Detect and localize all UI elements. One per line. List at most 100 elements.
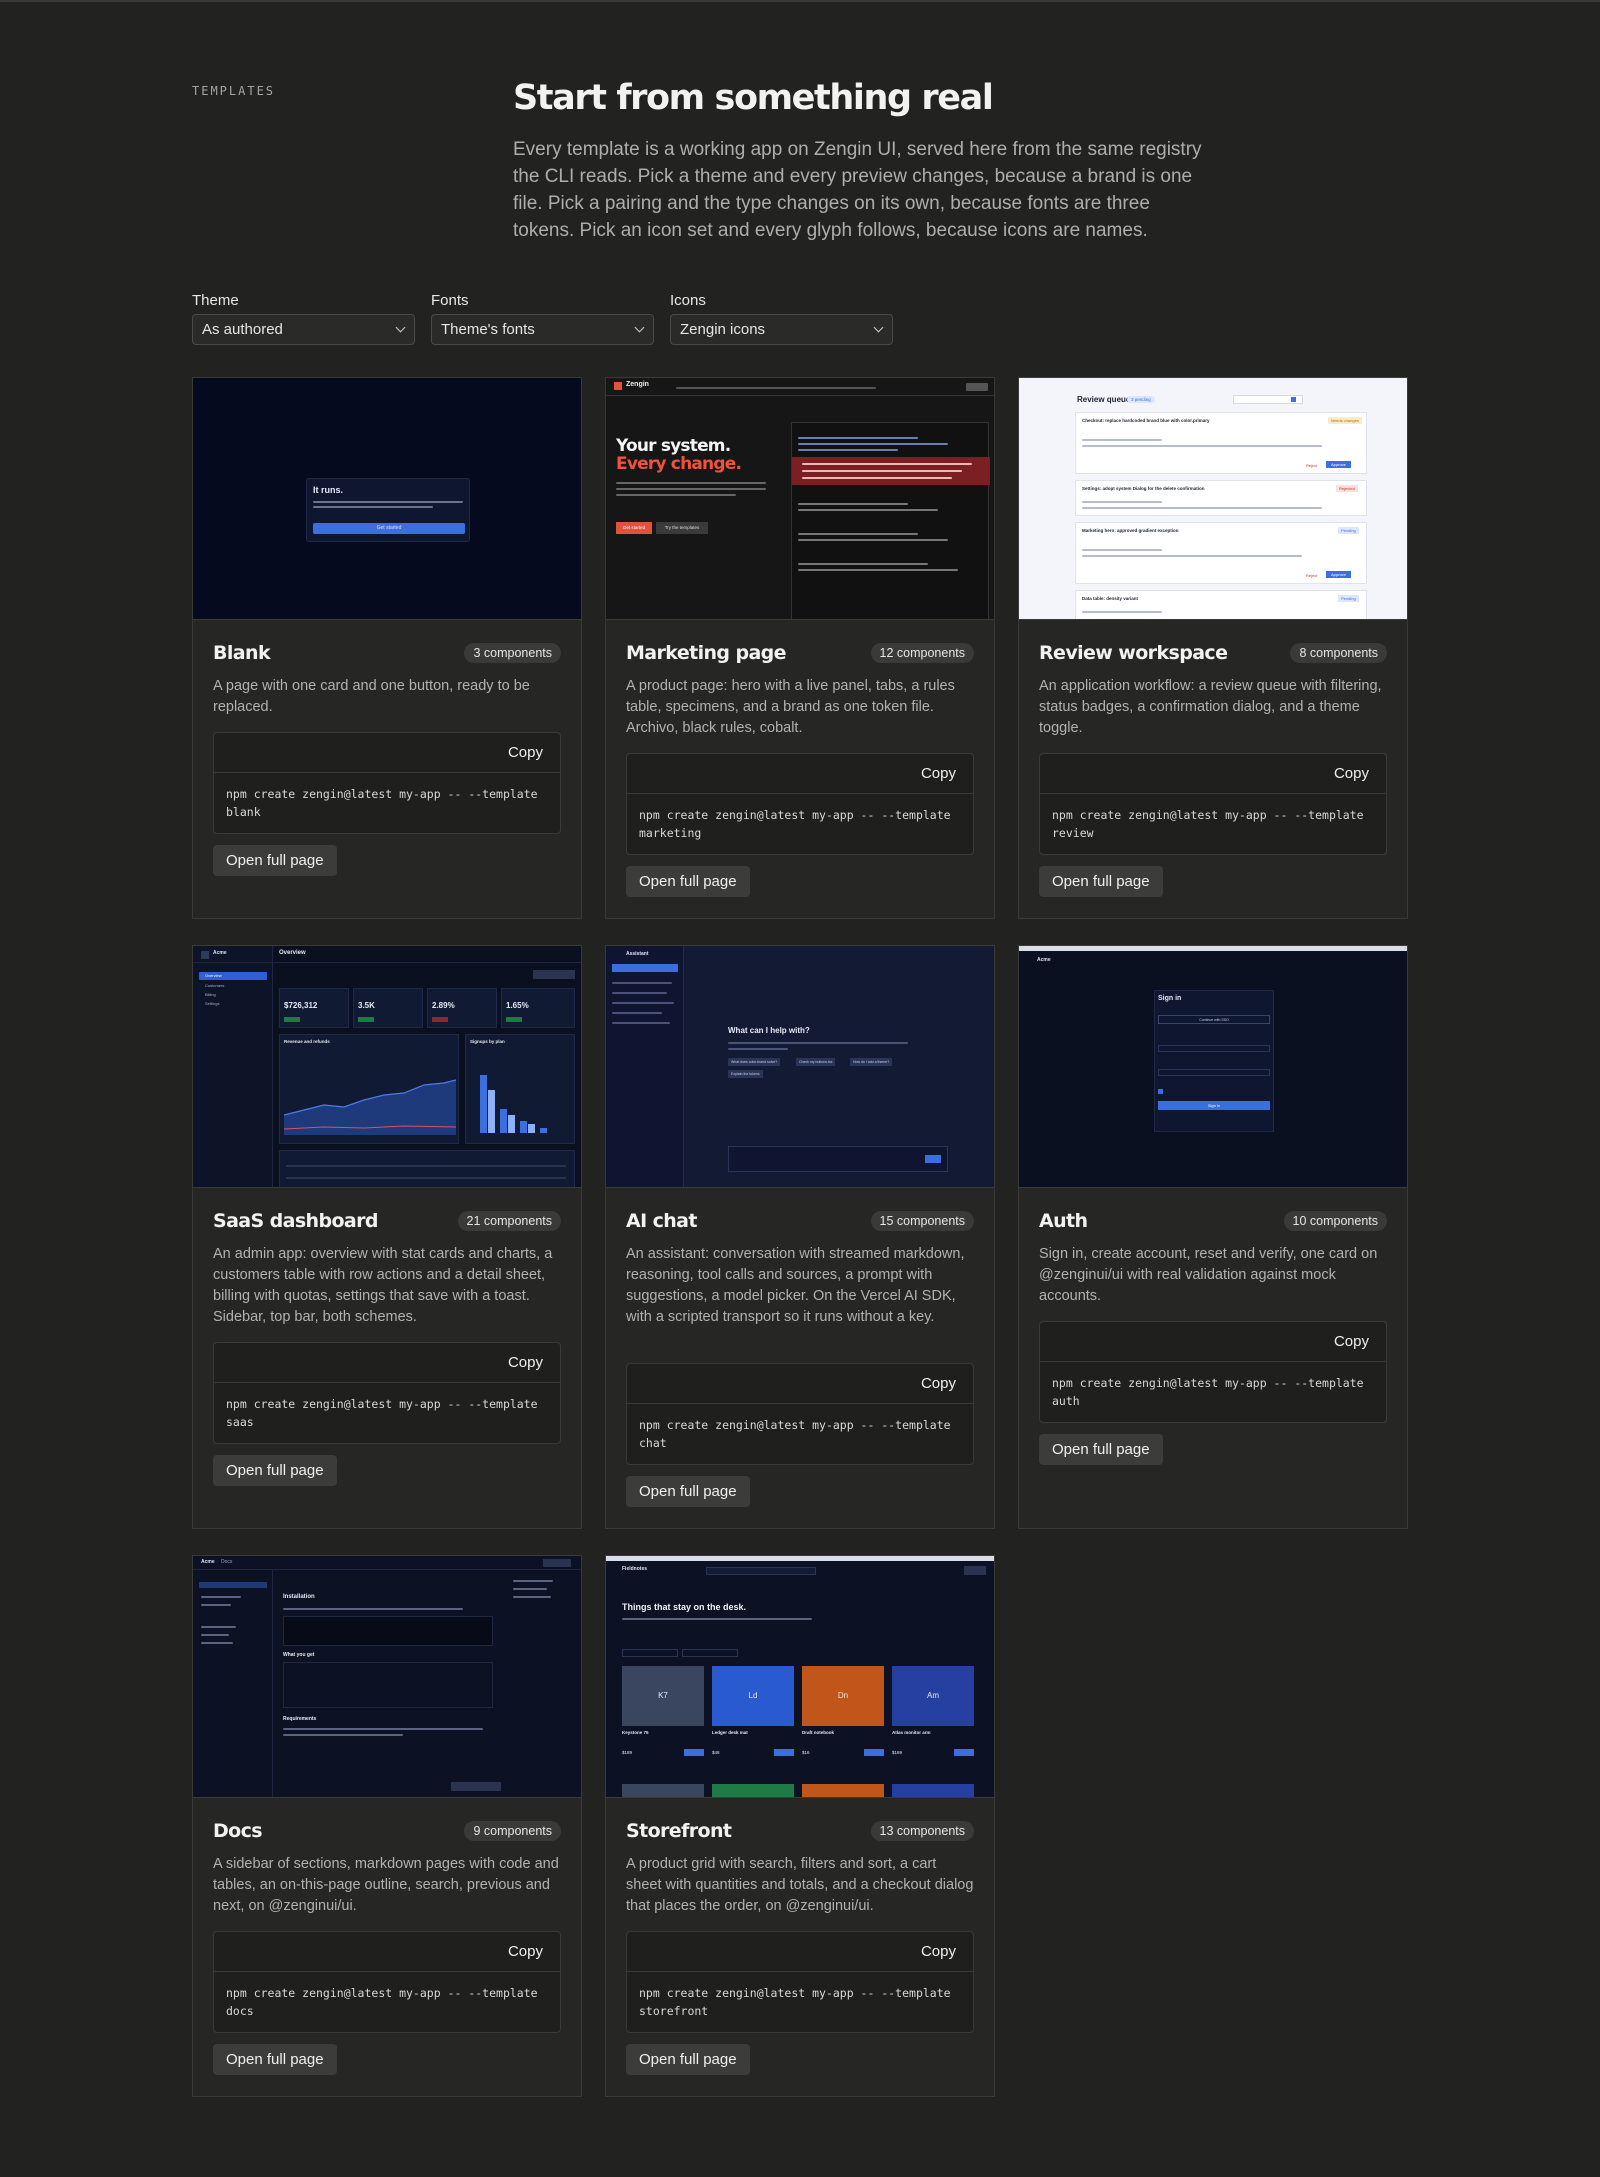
preview-question: What can I help with? [728, 1026, 810, 1035]
install-command: Copy npm create zengin@latest my-app -- … [213, 1931, 561, 2033]
card-description: An assistant: conversation with streamed… [626, 1246, 965, 1325]
install-command: Copy npm create zengin@latest my-app -- … [213, 732, 561, 834]
preview-chat[interactable]: Assistant What can I help with? What doe… [606, 946, 994, 1188]
component-count-badge: 8 components [1290, 643, 1387, 663]
preview-card: It runs. Get started [306, 478, 470, 542]
install-command: Copy npm create zengin@latest my-app -- … [1039, 1321, 1387, 1423]
chevron-down-icon [395, 322, 406, 333]
command-text[interactable]: npm create zengin@latest my-app -- --tem… [1040, 1362, 1386, 1422]
install-command: Copy npm create zengin@latest my-app -- … [1039, 753, 1387, 855]
preview-brand: Zengin [626, 381, 649, 388]
copy-button[interactable]: Copy [508, 1354, 543, 1371]
open-full-page-button[interactable]: Open full page [213, 2044, 337, 2075]
theme-filter-label: Theme [192, 292, 239, 309]
fonts-filter: Fonts Theme's fonts [431, 293, 654, 345]
icons-select[interactable]: Zengin icons [670, 314, 893, 345]
card-description: A page with one card and one button, rea… [213, 678, 530, 715]
template-card-review: Review queue 3 pending Checkout: replace… [1018, 377, 1408, 919]
preview-auth[interactable]: Acme Sign in Continue with SSO Sign in [1019, 946, 1407, 1188]
fonts-filter-label: Fonts [431, 292, 469, 309]
copy-button[interactable]: Copy [1334, 765, 1369, 782]
card-description: A product page: hero with a live panel, … [626, 678, 955, 736]
card-title: Auth [1039, 1210, 1088, 1232]
copy-button[interactable]: Copy [921, 1943, 956, 1960]
open-full-page-button[interactable]: Open full page [213, 845, 337, 876]
template-card-auth: Acme Sign in Continue with SSO Sign in A… [1018, 945, 1408, 1529]
preview-title: It runs. [313, 485, 344, 495]
preview-storefront[interactable]: Fieldnotes Things that stay on the desk.… [606, 1556, 994, 1798]
open-full-page-button[interactable]: Open full page [1039, 1434, 1163, 1465]
card-title: Storefront [626, 1820, 732, 1842]
copy-button[interactable]: Copy [508, 744, 543, 761]
copy-button[interactable]: Copy [1334, 1333, 1369, 1350]
preview-headline-1: Your system. [616, 436, 731, 456]
theme-select-value: As authored [202, 321, 283, 338]
card-description: An application workflow: a review queue … [1039, 678, 1382, 736]
card-title: Review workspace [1039, 642, 1228, 664]
card-title: SaaS dashboard [213, 1210, 379, 1232]
open-full-page-button[interactable]: Open full page [626, 2044, 750, 2075]
preview-docs[interactable]: Acme Docs Installation What you get Requ… [193, 1556, 581, 1798]
template-card-chat: Assistant What can I help with? What doe… [605, 945, 995, 1529]
open-full-page-button[interactable]: Open full page [213, 1455, 337, 1486]
chevron-down-icon [634, 322, 645, 333]
install-command: Copy npm create zengin@latest my-app -- … [626, 1931, 974, 2033]
command-text[interactable]: npm create zengin@latest my-app -- --tem… [214, 773, 560, 833]
preview-headline-2: Every change. [616, 454, 742, 474]
open-full-page-button[interactable]: Open full page [1039, 866, 1163, 897]
preview-blank[interactable]: It runs. Get started [193, 378, 581, 620]
fonts-select[interactable]: Theme's fonts [431, 314, 654, 345]
install-command: Copy npm create zengin@latest my-app -- … [626, 753, 974, 855]
template-card-docs: Acme Docs Installation What you get Requ… [192, 1555, 582, 2097]
theme-filter: Theme As authored [192, 293, 415, 345]
template-card-marketing: Zengin Your system. Every change. Get st… [605, 377, 995, 919]
copy-button[interactable]: Copy [508, 1943, 543, 1960]
preview-saas[interactable]: Acme Overview Customers Billing Settings… [193, 946, 581, 1188]
preview-button: Get started [313, 523, 465, 534]
icons-filter-label: Icons [670, 292, 706, 309]
preview-review[interactable]: Review queue 3 pending Checkout: replace… [1019, 378, 1407, 620]
command-text[interactable]: npm create zengin@latest my-app -- --tem… [627, 1404, 973, 1464]
copy-button[interactable]: Copy [921, 1375, 956, 1392]
template-card-saas: Acme Overview Customers Billing Settings… [192, 945, 582, 1529]
command-text[interactable]: npm create zengin@latest my-app -- --tem… [214, 1383, 560, 1443]
card-description: An admin app: overview with stat cards a… [213, 1246, 553, 1325]
filter-bar: Theme As authored Fonts Theme's fonts Ic… [192, 293, 893, 345]
component-count-badge: 3 components [464, 643, 561, 663]
top-border [0, 0, 1600, 2]
card-title: AI chat [626, 1210, 697, 1232]
revenue-area-chart [284, 1079, 456, 1135]
icons-select-value: Zengin icons [680, 321, 766, 338]
template-card-storefront: Fieldnotes Things that stay on the desk.… [605, 1555, 995, 2097]
component-count-badge: 9 components [464, 1821, 561, 1841]
component-count-badge: 13 components [870, 1821, 974, 1841]
install-command: Copy npm create zengin@latest my-app -- … [626, 1363, 974, 1465]
template-card-blank: It runs. Get started Blank 3 components … [192, 377, 582, 919]
page-description: Every template is a working app on Zengi… [513, 139, 1202, 241]
open-full-page-button[interactable]: Open full page [626, 866, 750, 897]
card-title: Blank [213, 642, 271, 664]
command-text[interactable]: npm create zengin@latest my-app -- --tem… [214, 1972, 560, 2032]
component-count-badge: 10 components [1283, 1211, 1387, 1231]
install-command: Copy npm create zengin@latest my-app -- … [213, 1342, 561, 1444]
preview-code-panel [791, 422, 990, 619]
page-title: Start from something real [513, 78, 994, 118]
command-text[interactable]: npm create zengin@latest my-app -- --tem… [627, 1972, 973, 2032]
preview-marketing[interactable]: Zengin Your system. Every change. Get st… [606, 378, 994, 620]
section-eyebrow: TEMPLATES [192, 84, 276, 98]
card-description: A sidebar of sections, markdown pages wi… [213, 1856, 559, 1914]
preview-title: Review queue [1077, 395, 1131, 404]
command-text[interactable]: npm create zengin@latest my-app -- --tem… [627, 794, 973, 854]
copy-button[interactable]: Copy [921, 765, 956, 782]
card-description: A product grid with search, filters and … [626, 1856, 974, 1914]
component-count-badge: 12 components [870, 643, 974, 663]
component-count-badge: 21 components [457, 1211, 561, 1231]
card-title: Docs [213, 1820, 263, 1842]
card-description: Sign in, create account, reset and verif… [1039, 1246, 1378, 1304]
theme-select[interactable]: As authored [192, 314, 415, 345]
open-full-page-button[interactable]: Open full page [626, 1476, 750, 1507]
chevron-down-icon [873, 322, 884, 333]
fonts-select-value: Theme's fonts [441, 321, 535, 338]
command-text[interactable]: npm create zengin@latest my-app -- --tem… [1040, 794, 1386, 854]
card-title: Marketing page [626, 642, 787, 664]
